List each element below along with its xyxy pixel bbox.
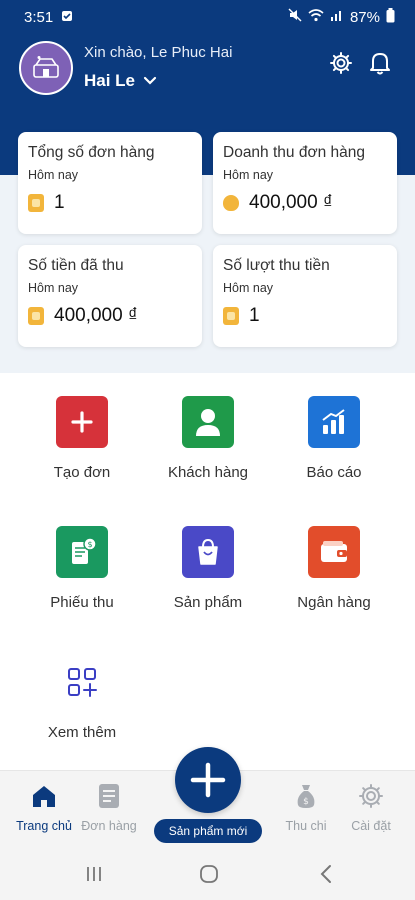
notification-icon: [61, 9, 73, 26]
menu-receipts[interactable]: $ Phiếu thu: [17, 526, 147, 611]
settings-gear-icon: [335, 781, 407, 811]
battery-icon: [386, 7, 395, 27]
stat-card-total-orders[interactable]: Tổng số đơn hàng Hôm nay 1: [18, 132, 202, 234]
nav-label: Thu chi: [285, 819, 327, 833]
wallet-icon: [308, 526, 360, 578]
new-product-label[interactable]: Sản phẩm mới: [154, 819, 262, 843]
settings-gear-icon[interactable]: [328, 50, 354, 76]
money-bag-icon: $: [270, 781, 342, 811]
status-bar: 3:51 87%: [0, 0, 415, 34]
svg-text:$: $: [303, 797, 309, 807]
nav-expenses[interactable]: $ Thu chi: [270, 771, 342, 833]
nav-settings[interactable]: Cài đặt: [335, 771, 407, 833]
stat-card-order-revenue[interactable]: Doanh thu đơn hàng Hôm nay 400,000 ₫: [213, 132, 397, 234]
new-product-fab[interactable]: [175, 747, 241, 813]
stat-card-amount-collected[interactable]: Số tiền đã thu Hôm nay 400,000 ₫: [18, 245, 202, 347]
stat-value: 400,000 ₫: [249, 192, 333, 213]
menu-label: Khách hàng: [167, 464, 249, 481]
stat-value: 1: [54, 192, 65, 213]
battery-percent: 87%: [349, 8, 380, 26]
menu-label: Phiếu thu: [50, 594, 114, 611]
menu-customers[interactable]: Khách hàng: [143, 396, 273, 481]
menu-products[interactable]: Sản phẩm: [143, 526, 273, 611]
report-chart-icon: [308, 396, 360, 448]
avatar[interactable]: [19, 41, 73, 95]
add-order-icon: [56, 396, 108, 448]
home-icon: [8, 781, 80, 811]
mute-icon: [288, 8, 302, 26]
menu-label: Xem thêm: [47, 724, 117, 741]
user-name: Hai Le: [84, 71, 136, 90]
stat-title: Tổng số đơn hàng: [28, 144, 155, 161]
plus-icon: [190, 762, 226, 798]
clipboard-icon: [28, 194, 44, 212]
stat-title: Doanh thu đơn hàng: [223, 144, 366, 161]
signal-icon: [330, 8, 344, 26]
greeting-text: Xin chào, Le Phuc Hai: [84, 44, 233, 61]
nav-label: Đơn hàng: [81, 819, 137, 833]
recent-apps-icon[interactable]: [82, 862, 106, 886]
receipt-icon: $: [56, 526, 108, 578]
clipboard-icon: [28, 307, 44, 325]
wifi-icon: [308, 8, 324, 26]
customer-icon: [182, 396, 234, 448]
stat-title: Số tiền đã thu: [28, 257, 124, 274]
system-nav-bar: [0, 848, 415, 900]
status-time: 3:51: [24, 8, 54, 26]
menu-see-more[interactable]: Xem thêm: [17, 656, 147, 741]
back-icon[interactable]: [314, 862, 338, 886]
nav-label: Cài đặt: [351, 819, 391, 833]
stat-card-collection-count[interactable]: Số lượt thu tiền Hôm nay 1: [213, 245, 397, 347]
svg-text:$: $: [87, 540, 92, 549]
nav-home[interactable]: Trang chủ: [8, 771, 80, 833]
menu-create-order[interactable]: Tạo đơn: [17, 396, 147, 481]
stat-title: Số lượt thu tiền: [223, 257, 330, 274]
nav-orders[interactable]: Đơn hàng: [73, 771, 145, 833]
home-button-icon[interactable]: [197, 862, 221, 886]
clipboard-icon: [223, 307, 239, 325]
stat-period: Hôm nay: [28, 281, 79, 295]
menu-label: Báo cáo: [306, 464, 362, 481]
menu-reports[interactable]: Báo cáo: [269, 396, 399, 481]
stat-value: 1: [249, 305, 260, 326]
menu-label: Ngân hàng: [297, 594, 371, 611]
stat-period: Hôm nay: [28, 168, 79, 182]
notification-bell-icon[interactable]: [367, 50, 393, 76]
nav-label: Trang chủ: [16, 819, 72, 833]
order-list-icon: [73, 781, 145, 811]
stat-value: 400,000 ₫: [54, 305, 138, 326]
store-logo-icon: [33, 56, 59, 78]
menu-label: Tạo đơn: [53, 464, 111, 481]
money-bag-icon: [223, 195, 239, 211]
stat-period: Hôm nay: [223, 168, 274, 182]
menu-label: Sản phẩm: [173, 594, 243, 611]
more-apps-icon: [56, 656, 108, 708]
menu-banks[interactable]: Ngân hàng: [269, 526, 399, 611]
shopping-bag-icon: [182, 526, 234, 578]
account-switcher[interactable]: Hai Le: [84, 71, 157, 91]
stat-period: Hôm nay: [223, 281, 274, 295]
chevron-down-icon: [143, 76, 157, 85]
